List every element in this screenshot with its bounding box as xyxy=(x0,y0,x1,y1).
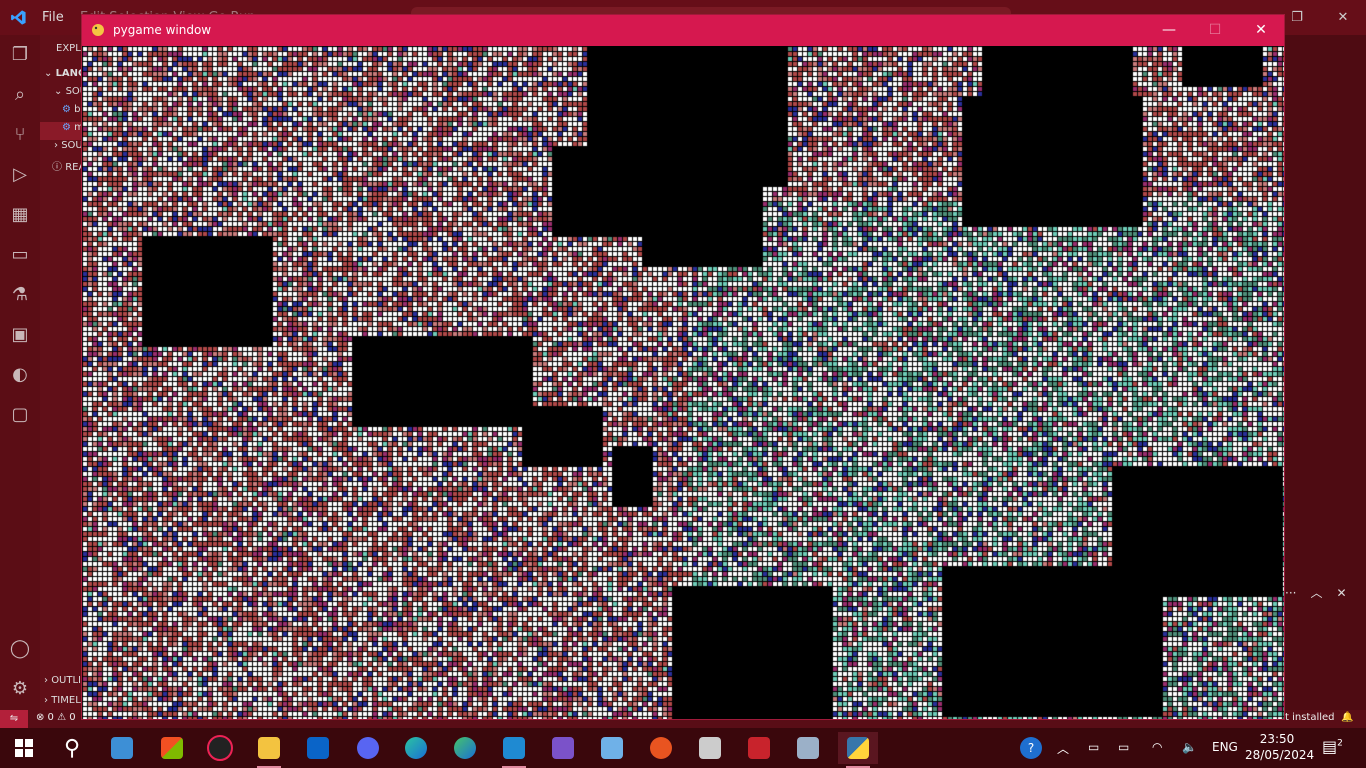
panel-close-icon[interactable]: ✕ xyxy=(1336,586,1346,600)
cube-app-icon xyxy=(601,737,623,759)
edge-dev-icon xyxy=(454,737,476,759)
window-app-icon xyxy=(797,737,819,759)
status-message[interactable]: t installed xyxy=(1285,712,1335,723)
pygame-window-controls: — ☐ ✕ xyxy=(1146,15,1284,46)
outlook-icon xyxy=(307,737,329,759)
explorer-icon[interactable]: ❐ xyxy=(8,43,32,67)
pygame-title: pygame window xyxy=(113,23,212,37)
pygame-window: pygame window — ☐ ✕ xyxy=(82,15,1284,719)
pygame-titlebar[interactable]: pygame window — ☐ ✕ xyxy=(82,15,1284,46)
store-icon xyxy=(161,737,183,759)
remote-indicator-icon[interactable]: ⇋ xyxy=(0,710,28,728)
close-button[interactable]: ✕ xyxy=(1238,15,1284,46)
chat-icon[interactable]: ▢ xyxy=(8,403,32,427)
taskbar-clock[interactable]: 23:50 28/05/2024 xyxy=(1245,731,1315,763)
containers-icon[interactable]: ▣ xyxy=(8,323,32,347)
volume-icon[interactable]: 🔈 xyxy=(1182,740,1197,754)
notifications-bell-icon[interactable]: 🔔 xyxy=(1341,712,1353,723)
panel-maximize-icon[interactable]: ︿ xyxy=(1310,586,1322,600)
windows-logo-icon xyxy=(15,739,33,757)
clock-date: 28/05/2024 xyxy=(1245,748,1315,762)
activity-bar: ❐ ⌕ ⑂ ▷ ▦ ▭ ⚗ ▣ ◐ ▢ ◯ ⚙ xyxy=(0,35,40,710)
taskbar-visual-studio[interactable] xyxy=(543,732,583,764)
testing-icon[interactable]: ⚗ xyxy=(8,283,32,307)
account-icon[interactable]: ◯ xyxy=(8,637,32,661)
notification-center-icon[interactable]: ▤2 xyxy=(1322,737,1346,759)
gear-app-icon xyxy=(748,737,770,759)
run-debug-icon[interactable]: ▷ xyxy=(8,163,32,187)
search-glass-icon: ⚲ xyxy=(63,735,81,761)
remote-explorer-icon[interactable]: ▭ xyxy=(8,243,32,267)
minimize-button[interactable]: — xyxy=(1146,15,1192,46)
taskbar-tool[interactable] xyxy=(690,732,730,764)
edge-browser-icon xyxy=(405,737,427,759)
panel-controls: ··· ︿ ✕ xyxy=(1285,584,1361,601)
readme-item[interactable]: ⓘ REA xyxy=(52,158,85,173)
wifi-icon[interactable]: ◠ xyxy=(1152,740,1162,754)
taskbar-edge[interactable] xyxy=(396,732,436,764)
edge-icon[interactable]: ◐ xyxy=(8,363,32,387)
panel-more-icon[interactable]: ··· xyxy=(1285,586,1296,600)
taskbar-app-cube[interactable] xyxy=(592,732,632,764)
outline-section[interactable]: › OUTLI xyxy=(44,675,81,686)
tray-overflow-chevron-icon[interactable]: ︿ xyxy=(1057,740,1069,757)
taskbar-app-window[interactable] xyxy=(788,732,828,764)
editor-minimap-area xyxy=(1283,35,1366,710)
taskbar-search-button[interactable]: ⚲ xyxy=(52,732,92,764)
help-icon[interactable]: ? xyxy=(1020,737,1042,759)
workspace-section[interactable]: ⌄ LANG xyxy=(44,68,86,79)
python-icon xyxy=(847,737,869,759)
python-snake-icon xyxy=(92,24,104,36)
app-window-icon xyxy=(111,737,133,759)
search-icon[interactable]: ⌕ xyxy=(8,83,32,107)
vscode-close-button[interactable]: ✕ xyxy=(1320,0,1366,35)
taskbar-vscode[interactable] xyxy=(494,732,534,768)
source-control-icon[interactable]: ⑂ xyxy=(8,123,32,147)
start-button[interactable] xyxy=(4,732,44,764)
taskbar-ubuntu[interactable] xyxy=(641,732,681,764)
folder-icon xyxy=(258,737,280,759)
vscode-logo-icon xyxy=(11,10,26,25)
battery-icon[interactable]: ▭ xyxy=(1118,740,1129,754)
tree-file-1[interactable]: ⚙ b xyxy=(62,104,81,115)
discord-icon xyxy=(357,737,379,759)
visual-studio-icon xyxy=(552,737,574,759)
taskbar-discord[interactable] xyxy=(348,732,388,764)
tray-app-icon[interactable]: ▭ xyxy=(1088,740,1099,754)
taskbar-media-player[interactable] xyxy=(200,732,240,764)
tool-icon xyxy=(699,737,721,759)
taskbar-app-settings[interactable] xyxy=(739,732,779,764)
taskbar-store[interactable] xyxy=(152,732,192,764)
maximize-button: ☐ xyxy=(1208,22,1222,38)
extensions-icon[interactable]: ▦ xyxy=(8,203,32,227)
timeline-section[interactable]: › TIMEL xyxy=(44,695,81,706)
vscode-icon xyxy=(503,737,525,759)
taskbar-file-explorer[interactable] xyxy=(249,732,289,768)
language-indicator[interactable]: ENG xyxy=(1212,740,1238,754)
taskbar-app-1[interactable] xyxy=(102,732,142,764)
tree-folder-2[interactable]: › SOU xyxy=(54,140,83,151)
menu-file[interactable]: File xyxy=(42,10,64,25)
ubuntu-icon xyxy=(650,737,672,759)
simulation-grid-canvas[interactable] xyxy=(82,46,1284,719)
taskbar-outlook[interactable] xyxy=(298,732,338,764)
settings-gear-icon[interactable]: ⚙ xyxy=(8,677,32,701)
media-play-icon xyxy=(207,735,233,761)
problems-count[interactable]: ⊗ 0 ⚠ 0 xyxy=(36,712,76,723)
clock-time: 23:50 xyxy=(1259,732,1295,746)
taskbar-python[interactable] xyxy=(838,732,878,768)
taskbar-edge-dev[interactable] xyxy=(445,732,485,764)
